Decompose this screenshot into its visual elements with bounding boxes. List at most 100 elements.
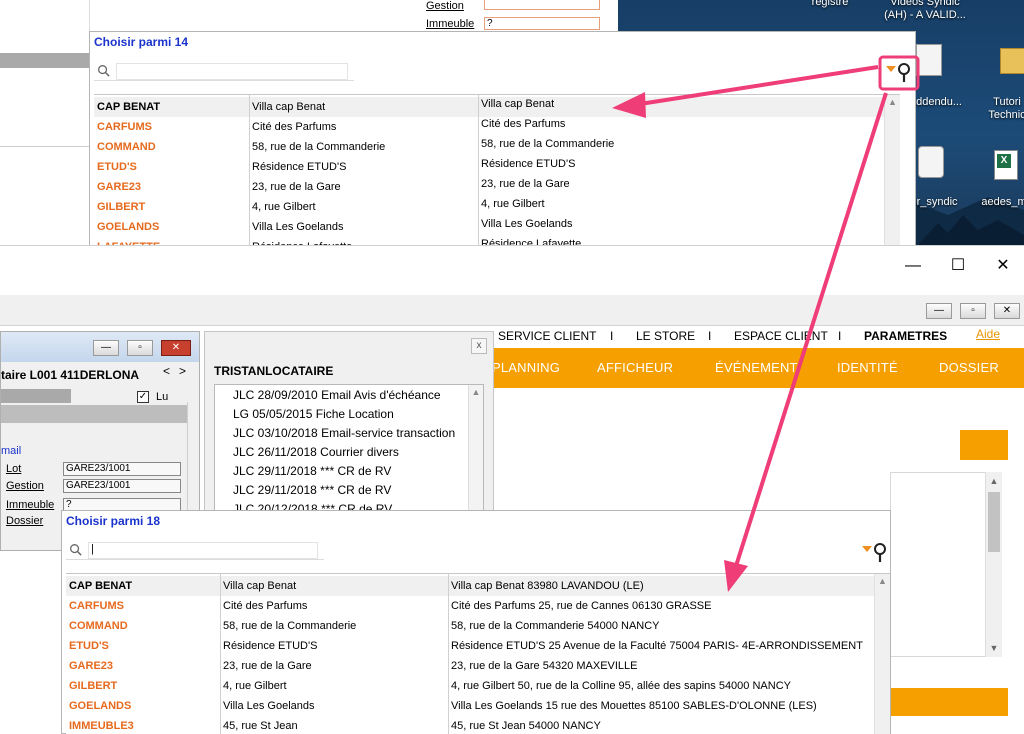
immeuble-link[interactable]: Immeuble	[426, 18, 474, 30]
lu-checkbox[interactable]: ✓	[137, 391, 149, 403]
menu-separator: I	[838, 329, 842, 343]
menu-service-client[interactable]: SERVICE CLIENT	[498, 329, 596, 343]
menu-separator: I	[708, 329, 712, 343]
document-icon	[916, 44, 942, 76]
list-item[interactable]: LG 05/05/2015 Fiche Location	[233, 407, 394, 421]
minimize-button[interactable]: —	[898, 252, 928, 280]
orange-section-header	[960, 430, 1008, 460]
scrollbar[interactable]: ▲	[468, 385, 483, 521]
web-document-icon	[918, 146, 944, 178]
owner-window-title: taire L001 411DERLONA	[1, 368, 140, 382]
nav-identite[interactable]: IDENTITÉ	[837, 360, 898, 375]
gestion-link[interactable]: Gestion	[6, 480, 44, 492]
desktop-icon-videos[interactable]: Videos Syndic (AH) - A VALID...	[870, 0, 980, 22]
scroll-up-icon[interactable]: ▲	[875, 576, 890, 586]
notes-panel: x TRISTANLOCATAIRE JLC 28/09/2010 Email …	[204, 331, 494, 522]
nav-evenement[interactable]: ÉVÉNEMENT	[715, 360, 798, 375]
search-icon	[70, 544, 82, 556]
search-input[interactable]	[116, 63, 348, 80]
background-form-fields: Gestion Immeuble ?	[426, 0, 602, 32]
nav-afficheur[interactable]: AFFICHEUR	[597, 360, 673, 375]
menu-store[interactable]: LE STORE	[636, 329, 695, 343]
immeuble-field[interactable]: ?	[484, 17, 600, 30]
help-link[interactable]: Aide	[976, 327, 1000, 341]
table-row[interactable]: COMMAND 58, rue de la Commanderie 58, rue …	[66, 616, 874, 636]
column-divider	[249, 95, 250, 247]
nav-next-button[interactable]: >	[179, 364, 186, 378]
lu-label: Lu	[156, 391, 169, 403]
table-row[interactable]: GARE23 23, rue de la Gare 23, rue de la Ga…	[66, 656, 874, 676]
scrollbar[interactable]: ▲	[874, 574, 890, 734]
list-item[interactable]: JLC 28/09/2010 Email Avis d'échéance	[233, 388, 441, 402]
list-item[interactable]: JLC 03/10/2018 Email-service transaction	[233, 426, 455, 440]
table-row[interactable]: GILBERT 4, rue Gilbert 4, rue Gilbert 50, …	[66, 676, 874, 696]
chooser-title: Choisir parmi 14	[94, 35, 189, 49]
mdi-minimize-icon[interactable]: —	[926, 303, 952, 319]
scroll-up-icon[interactable]: ▲	[986, 476, 1002, 486]
folder-icon	[1000, 48, 1024, 74]
orange-nav-bar: PLANNING AFFICHEUR ÉVÉNEMENT IDENTITÉ DO…	[480, 348, 1024, 388]
nav-prev-button[interactable]: <	[163, 364, 170, 378]
desktop-icon-aedes[interactable]: aedes_m	[974, 196, 1024, 209]
app-toolbar: — ▫ ✕	[0, 295, 1024, 326]
search-input[interactable]: |	[88, 542, 318, 559]
gestion-link[interactable]: Gestion	[426, 0, 464, 12]
close-icon[interactable]: x	[471, 338, 487, 354]
lot-field[interactable]: GARE23/1001	[63, 462, 181, 476]
excel-file-icon: X	[994, 150, 1018, 180]
chooser-table: CAP BENAT Villa cap Benat Villa cap Benat …	[94, 94, 900, 247]
mdi-restore-icon[interactable]: ▫	[960, 303, 986, 319]
desktop-icon-tutoriel[interactable]: Tutori Technic	[982, 96, 1024, 122]
menu-separator: I	[610, 329, 614, 343]
desktop-icon-registre[interactable]: registre	[800, 0, 860, 9]
filter-key-icon[interactable]	[859, 541, 889, 563]
maximize-button[interactable]: ☐	[943, 252, 973, 280]
gestion-field[interactable]	[484, 0, 600, 10]
table-row[interactable]: ETUD'S Résidence ETUD'S Résidence ETUD'S 2…	[66, 636, 874, 656]
scroll-up-icon[interactable]: ▲	[885, 97, 900, 107]
mdi-close-icon[interactable]: ✕	[994, 303, 1020, 319]
chooser-title: Choisir parmi 18	[66, 514, 161, 528]
divider	[0, 146, 90, 147]
nav-dossier[interactable]: DOSSIER	[939, 360, 999, 375]
menu-parametres[interactable]: PARAMETRES	[864, 329, 947, 343]
table-row[interactable]: GOELANDS Villa Les Goelands Villa Les Goel…	[66, 696, 874, 716]
close-button[interactable]: ✕	[988, 252, 1018, 280]
notes-list: JLC 28/09/2010 Email Avis d'échéance LG …	[214, 384, 484, 522]
gestion-field[interactable]: GARE23/1001	[63, 479, 181, 493]
immeuble-link[interactable]: Immeuble	[6, 499, 54, 511]
restore-icon[interactable]: ▫	[127, 340, 153, 356]
column-divider	[478, 95, 479, 247]
list-item[interactable]: JLC 29/11/2018 *** CR de RV	[233, 483, 391, 497]
scroll-up-icon[interactable]: ▲	[469, 387, 483, 397]
scrollbar-thumb[interactable]	[988, 492, 1000, 552]
table-row[interactable]: CAP BENAT Villa cap Benat Villa cap Benat …	[66, 576, 874, 596]
gray-header-bar	[0, 53, 90, 68]
email-link[interactable]: mail	[1, 445, 21, 457]
table-row[interactable]: GOELANDS Villa Les Goelands Villa Les Goel…	[94, 217, 900, 237]
chooser-dialog-bottom: Choisir parmi 18 | CAP BENAT Villa cap Be…	[61, 510, 891, 734]
owner-window-titlebar: — ▫ ✕	[1, 332, 199, 362]
minimize-icon[interactable]: —	[93, 340, 119, 356]
nav-planning[interactable]: PLANNING	[492, 360, 560, 375]
list-item[interactable]: JLC 29/11/2018 *** CR de RV	[233, 464, 391, 478]
search-bar	[94, 62, 354, 81]
column-divider	[448, 574, 449, 734]
menu-espace-client[interactable]: ESPACE CLIENT	[734, 329, 828, 343]
search-icon	[98, 65, 110, 77]
chooser-dialog-top: Choisir parmi 14 CAP BENAT Villa cap Bena…	[89, 31, 916, 247]
gray-header-bar	[1, 389, 71, 403]
table-row[interactable]: CARFUMS Cité des Parfums Cité des Parfums …	[66, 596, 874, 616]
filter-key-icon[interactable]	[883, 61, 913, 83]
scrollbar[interactable]: ▲ ▼	[985, 472, 1002, 657]
scrollbar[interactable]: ▲	[884, 95, 900, 247]
orange-section-header	[890, 688, 1008, 716]
scroll-down-icon[interactable]: ▼	[986, 643, 1002, 653]
lot-link[interactable]: Lot	[6, 463, 21, 475]
table-row[interactable]: IMMEUBLE3 45, rue St Jean 45, rue St Jean …	[66, 716, 874, 734]
dossier-link[interactable]: Dossier	[6, 515, 43, 527]
search-bar: |	[66, 541, 324, 560]
close-icon[interactable]: ✕	[161, 340, 191, 356]
list-item[interactable]: JLC 26/11/2018 Courrier divers	[233, 445, 399, 459]
column-divider	[220, 574, 221, 734]
